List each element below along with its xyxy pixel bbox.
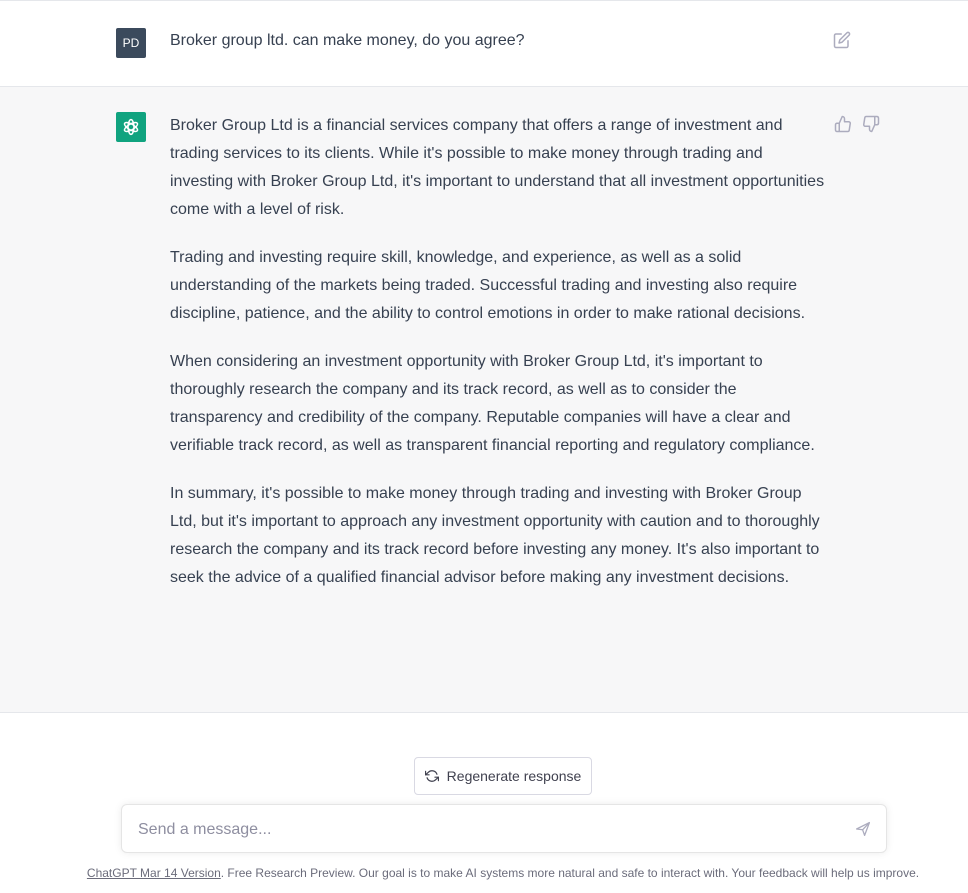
assistant-avatar bbox=[116, 112, 146, 142]
edit-icon bbox=[833, 31, 851, 49]
send-icon bbox=[855, 821, 871, 837]
assistant-message-text: Broker Group Ltd is a financial services… bbox=[170, 112, 826, 612]
footer-disclaimer: ChatGPT Mar 14 Version. Free Research Pr… bbox=[0, 864, 968, 882]
footer-text: . Free Research Preview. Our goal is to … bbox=[220, 866, 920, 880]
message-input[interactable] bbox=[136, 817, 830, 843]
chat-page: PD Broker group ltd. can make money, do … bbox=[0, 0, 968, 893]
thumbs-down-icon bbox=[863, 115, 880, 133]
refresh-icon bbox=[424, 770, 439, 782]
send-button[interactable] bbox=[855, 821, 873, 839]
user-message-row: PD Broker group ltd. can make money, do … bbox=[0, 0, 968, 87]
user-avatar: PD bbox=[116, 28, 146, 58]
regenerate-response-button[interactable]: Regenerate response bbox=[414, 757, 592, 795]
thumbs-up-button[interactable] bbox=[834, 115, 852, 133]
openai-logo-icon bbox=[123, 118, 139, 136]
user-message-text: Broker group ltd. can make money, do you… bbox=[170, 32, 525, 49]
thumbs-down-button[interactable] bbox=[862, 115, 880, 133]
thumbs-up-icon bbox=[834, 115, 851, 133]
assistant-message-row: Broker Group Ltd is a financial services… bbox=[0, 87, 968, 713]
version-link[interactable]: ChatGPT Mar 14 Version bbox=[87, 866, 221, 880]
edit-message-button[interactable] bbox=[833, 31, 851, 49]
answer-paragraph: Trading and investing require skill, kno… bbox=[170, 249, 806, 322]
regenerate-label: Regenerate response bbox=[446, 768, 582, 784]
answer-paragraph: When considering an investment opportuni… bbox=[170, 353, 815, 454]
answer-paragraph: Broker Group Ltd is a financial services… bbox=[170, 117, 825, 218]
message-composer bbox=[121, 804, 887, 853]
answer-paragraph: In summary, it's possible to make money … bbox=[170, 485, 820, 586]
